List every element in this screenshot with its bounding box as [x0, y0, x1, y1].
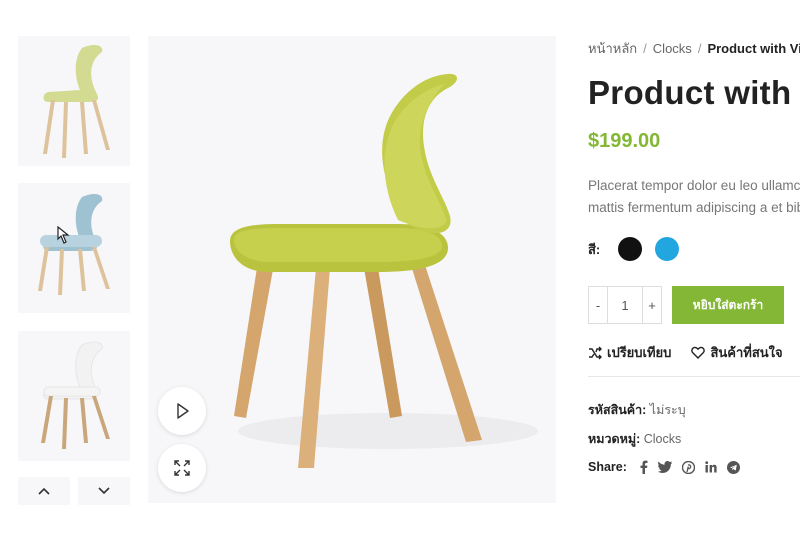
shuffle-icon	[589, 346, 602, 359]
breadcrumb: หน้าหลัก / Clocks / Product with Video	[588, 38, 800, 59]
chevron-down-icon	[98, 487, 110, 495]
category-link[interactable]: Clocks	[644, 432, 682, 446]
breadcrumb-current: Product with Video	[707, 41, 800, 56]
share-row: Share:	[588, 460, 750, 474]
swatch-black[interactable]	[618, 237, 643, 261]
quantity-decrease-button[interactable]: -	[588, 286, 608, 324]
divider	[588, 376, 800, 377]
wishlist-label: สินค้าที่สนใจ	[710, 345, 783, 360]
thumbnail-next-button[interactable]	[78, 477, 130, 505]
add-to-cart-button[interactable]: หยิบใส่ตะกร้า	[672, 286, 784, 324]
breadcrumb-category[interactable]: Clocks	[653, 41, 692, 56]
fullscreen-button[interactable]	[158, 444, 206, 492]
quantity-input[interactable]: 1	[608, 286, 642, 324]
chair-image	[41, 341, 110, 449]
telegram-icon[interactable]	[726, 460, 740, 474]
sku-value: ไม่ระบุ	[649, 403, 686, 417]
product-title: Product with Video	[588, 74, 800, 111]
pinterest-icon[interactable]	[681, 460, 695, 474]
thumbnail-chair-blue[interactable]	[18, 183, 130, 313]
breadcrumb-home[interactable]: หน้าหลัก	[588, 41, 637, 56]
category-label: หมวดหมู่:	[588, 432, 641, 446]
share-label: Share:	[588, 460, 627, 474]
swatch-blue[interactable]	[655, 237, 680, 261]
product-actions: เปรียบเทียบ สินค้าที่สนใจ	[588, 342, 800, 363]
wishlist-button[interactable]: สินค้าที่สนใจ	[691, 342, 783, 363]
quantity-stepper: - 1 +	[588, 286, 662, 324]
product-summary: หน้าหลัก / Clocks / Product with Video Produ…	[588, 0, 800, 533]
facebook-icon[interactable]	[639, 460, 648, 474]
twitter-icon[interactable]	[657, 461, 672, 473]
heart-icon	[691, 346, 706, 359]
sku-label: รหัสสินค้า:	[588, 403, 647, 417]
play-video-button[interactable]	[158, 387, 206, 435]
chair-image	[230, 73, 538, 468]
main-product-image[interactable]	[148, 36, 556, 503]
linkedin-icon[interactable]	[705, 461, 717, 473]
expand-icon	[174, 460, 190, 476]
product-category: หมวดหมู่: Clocks	[588, 429, 681, 449]
product-sku: รหัสสินค้า: ไม่ระบุ	[588, 400, 686, 420]
description-line: mattis fermentum adipiscing a et bibendu…	[588, 200, 800, 215]
play-icon	[177, 403, 189, 419]
chevron-up-icon	[38, 487, 50, 495]
color-selector: สี:	[588, 237, 692, 261]
description-line: Placerat tempor dolor eu leo ullamcorper…	[588, 178, 800, 193]
chair-image	[38, 194, 110, 295]
thumbnail-prev-button[interactable]	[18, 477, 70, 505]
compare-button[interactable]: เปรียบเทียบ	[588, 342, 671, 363]
thumbnail-chair-white[interactable]	[18, 331, 130, 461]
quantity-increase-button[interactable]: +	[642, 286, 662, 324]
compare-label: เปรียบเทียบ	[607, 345, 672, 360]
breadcrumb-separator: /	[643, 41, 647, 56]
product-price: $199.00	[588, 130, 661, 152]
product-description: Placerat tempor dolor eu leo ullamcorper…	[588, 175, 800, 219]
chair-image	[43, 45, 110, 158]
breadcrumb-separator: /	[697, 41, 702, 56]
color-label: สี:	[588, 241, 601, 257]
thumbnail-chair-lime[interactable]	[18, 36, 130, 166]
